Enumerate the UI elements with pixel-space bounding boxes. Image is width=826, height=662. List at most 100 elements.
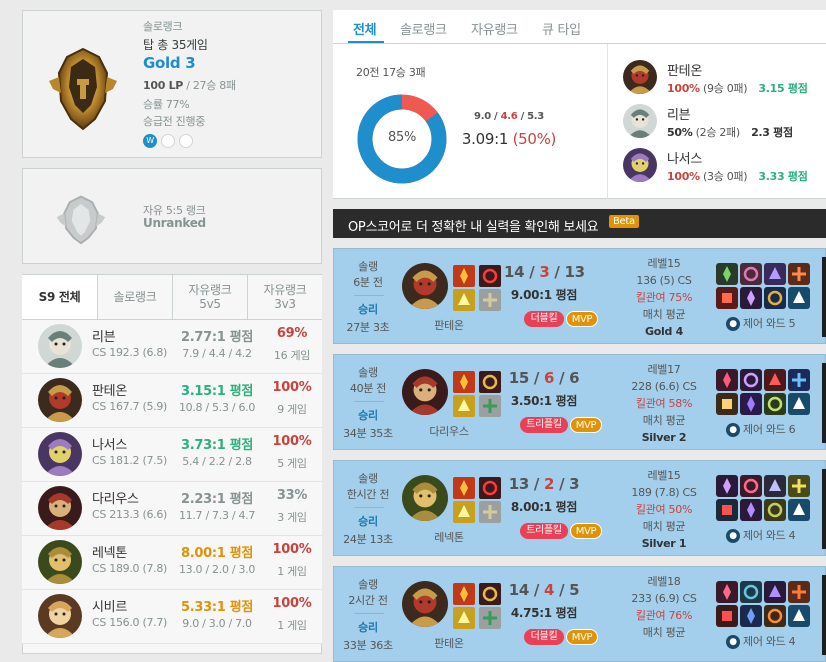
item-icon[interactable]: [716, 263, 738, 285]
item-icon[interactable]: [740, 499, 762, 521]
summoner-flash-icon[interactable]: [453, 395, 475, 417]
champion-winrate: 100%: [272, 596, 312, 611]
tab-all[interactable]: 전체: [353, 19, 377, 38]
kill-participation: 킬관여 50%: [635, 503, 693, 516]
creep-score: 228 (6.6) CS: [631, 380, 697, 393]
rune-secondary-icon[interactable]: [479, 607, 501, 629]
item-icon[interactable]: [788, 369, 810, 391]
champion-games: 3 게임: [277, 511, 307, 524]
tab-solo[interactable]: 솔로랭크: [97, 275, 172, 319]
rune-secondary-icon[interactable]: [479, 289, 501, 311]
champion-level: 레벨18: [647, 575, 681, 588]
rune-keystone-icon[interactable]: [479, 583, 501, 605]
item-icon[interactable]: [764, 605, 786, 627]
match-time-ago: 40분 전: [349, 382, 387, 395]
item-icon[interactable]: [740, 287, 762, 309]
champion-row[interactable]: 다리우스 CS 213.3 (6.6) 2.23:1 평점 11.7 / 7.3…: [22, 482, 322, 536]
item-icon[interactable]: [764, 581, 786, 603]
match-row[interactable]: 솔랭 40분 전 승리 34분 35초 다리우스 15 / 6 / 6 3.50…: [333, 354, 826, 450]
item-icon[interactable]: [716, 287, 738, 309]
item-icon[interactable]: [740, 263, 762, 285]
item-icon[interactable]: [764, 499, 786, 521]
ward-trinket-icon[interactable]: [788, 499, 810, 521]
champion-row[interactable]: 나서스 CS 181.2 (7.5) 3.73:1 평점 5.4 / 2.2 /…: [22, 428, 322, 482]
item-icon[interactable]: [764, 369, 786, 391]
match-champion-portrait-icon[interactable]: [402, 581, 448, 627]
creep-score: 136 (5) CS: [636, 274, 692, 287]
item-icon[interactable]: [716, 475, 738, 497]
item-icon[interactable]: [716, 369, 738, 391]
champion-kda: 2.77:1 평점: [180, 330, 254, 345]
tab-flex-3v3[interactable]: 자유랭크 3v3: [247, 275, 322, 319]
rune-secondary-icon[interactable]: [479, 395, 501, 417]
summoner-ignite-icon[interactable]: [453, 265, 475, 287]
match-divider: [354, 507, 384, 508]
item-icon[interactable]: [716, 393, 738, 415]
champion-name: 판테온: [92, 384, 127, 399]
match-kda: 15 / 6 / 6: [508, 369, 580, 387]
champion-cs: CS 213.3 (6.6): [92, 508, 168, 521]
rune-keystone-icon[interactable]: [479, 477, 501, 499]
promo-series: W: [143, 134, 193, 148]
match-kda-ratio: 4.75:1 평점: [510, 606, 578, 620]
match-row[interactable]: 솔랭 6분 전 승리 27분 3초 판테온 14 / 3 / 13 9.00:1…: [333, 248, 826, 344]
summoner-ignite-icon[interactable]: [453, 477, 475, 499]
opscore-banner[interactable]: OP스코어로 더 정확한 내 실력을 확인해 보세요 Beta: [333, 209, 826, 238]
ward-trinket-icon[interactable]: [788, 393, 810, 415]
kda-ratio: 3.09:1: [461, 130, 509, 148]
item-icon[interactable]: [740, 605, 762, 627]
item-icon[interactable]: [788, 475, 810, 497]
champion-row[interactable]: 레넥톤 CS 189.0 (7.8) 8.00:1 평점 13.0 / 2.0 …: [22, 536, 322, 590]
flex-rank-box: 자유 5:5 랭크 Unranked: [22, 168, 322, 264]
item-icon[interactable]: [788, 581, 810, 603]
champion-kda-detail: 5.4 / 2.2 / 2.8: [182, 455, 252, 468]
summoner-flash-icon[interactable]: [453, 501, 475, 523]
match-champion-portrait-icon[interactable]: [402, 263, 448, 309]
tab-season-all[interactable]: S9 전체: [22, 275, 97, 319]
item-icon[interactable]: [764, 475, 786, 497]
match-row[interactable]: 솔랭 2시간 전 승리 33분 36초 판테온 14 / 4 / 5 4.75:…: [333, 566, 826, 662]
summoner-ignite-icon[interactable]: [453, 583, 475, 605]
item-icon[interactable]: [740, 369, 762, 391]
summoner-flash-icon[interactable]: [453, 607, 475, 629]
summoner-flash-icon[interactable]: [453, 289, 475, 311]
rune-secondary-icon[interactable]: [479, 501, 501, 523]
item-icon[interactable]: [716, 499, 738, 521]
mvp-badge: MVP: [570, 523, 602, 539]
champion-level: 레벨17: [647, 363, 681, 376]
item-icon[interactable]: [716, 605, 738, 627]
item-icon[interactable]: [740, 581, 762, 603]
summoner-ignite-icon[interactable]: [453, 371, 475, 393]
champion-row[interactable]: 판테온 CS 167.7 (5.9) 3.15:1 평점 10.8 / 5.3 …: [22, 374, 322, 428]
multikill-badge: 더블킬: [524, 629, 564, 645]
kill-participation: 킬관여 75%: [635, 291, 693, 304]
champion-name: 레넥톤: [92, 546, 127, 561]
champion-portrait-icon: [38, 594, 82, 638]
champion-portrait-icon: [38, 378, 82, 422]
tab-flex-rank[interactable]: 자유랭크: [471, 19, 518, 38]
ward-trinket-icon[interactable]: [788, 605, 810, 627]
item-icon[interactable]: [764, 393, 786, 415]
rune-keystone-icon[interactable]: [479, 265, 501, 287]
item-icon[interactable]: [740, 475, 762, 497]
match-info: 솔랭 2시간 전: [334, 577, 402, 609]
match-kda-ratio: 8.00:1 평점: [510, 500, 578, 514]
recent-summary: 20전 17승 3패 85% 9.0 / 4.6 / 5.3 3.09:1 (5…: [333, 44, 826, 199]
tab-queue-type[interactable]: 큐 타입: [542, 19, 581, 38]
match-row[interactable]: 솔랭 한시간 전 승리 24분 13초 레넥톤 13 / 2 / 3 8.00:…: [333, 460, 826, 556]
rune-keystone-icon[interactable]: [479, 371, 501, 393]
match-kills: 13: [508, 475, 530, 493]
match-champion-portrait-icon[interactable]: [402, 475, 448, 521]
item-icon[interactable]: [764, 263, 786, 285]
champion-row[interactable]: 시비르 CS 156.0 (7.7) 5.33:1 평점 9.0 / 3.0 /…: [22, 590, 322, 644]
item-icon[interactable]: [740, 393, 762, 415]
item-icon[interactable]: [788, 263, 810, 285]
item-icon[interactable]: [716, 581, 738, 603]
ward-trinket-icon[interactable]: [788, 287, 810, 309]
match-champion-portrait-icon[interactable]: [402, 369, 448, 415]
tab-solo-rank[interactable]: 솔로랭크: [400, 19, 447, 38]
tab-flex-5v5[interactable]: 자유랭크 5v5: [172, 275, 247, 319]
item-icon[interactable]: [764, 287, 786, 309]
champion-row[interactable]: 리븐 CS 192.3 (6.8) 2.77:1 평점 7.9 / 4.4 / …: [22, 320, 322, 374]
recent-champion-wr: 100%: [667, 170, 700, 183]
